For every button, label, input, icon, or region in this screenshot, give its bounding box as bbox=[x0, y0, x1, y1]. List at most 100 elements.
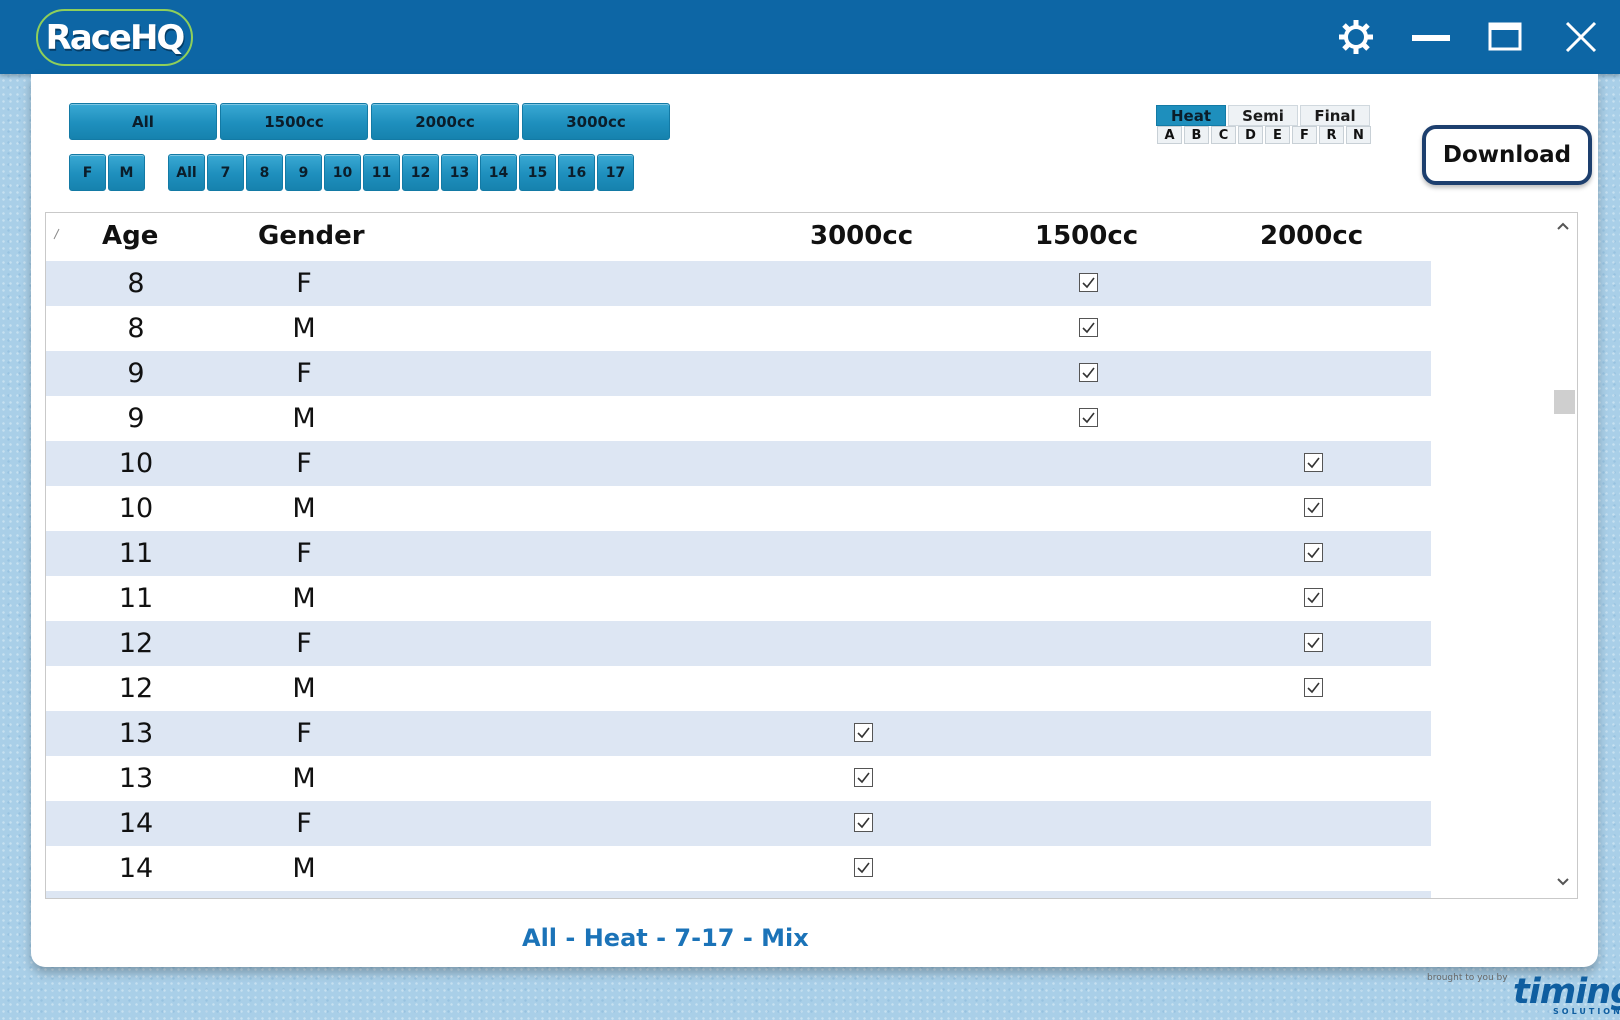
age-filter-8[interactable]: 8 bbox=[246, 154, 283, 191]
race-letter-d[interactable]: D bbox=[1238, 126, 1263, 144]
checkbox-1500cc[interactable] bbox=[1079, 408, 1098, 427]
cell-age: 14 bbox=[118, 853, 154, 884]
race-letter-f[interactable]: F bbox=[1292, 126, 1317, 144]
cell-gender: F bbox=[296, 538, 312, 569]
race-letter-r[interactable]: R bbox=[1319, 126, 1344, 144]
column-header-gender[interactable]: Gender bbox=[258, 221, 365, 251]
race-letter-a[interactable]: A bbox=[1157, 126, 1182, 144]
column-header-2000cc[interactable]: 2000cc bbox=[1260, 221, 1363, 251]
cell-gender: M bbox=[292, 673, 316, 704]
scroll-down-icon[interactable] bbox=[1556, 877, 1570, 887]
class-filter-3000cc[interactable]: 3000cc bbox=[522, 103, 670, 140]
checkbox-3000cc[interactable] bbox=[854, 858, 873, 877]
cell-gender: F bbox=[296, 808, 312, 839]
cell-gender: F bbox=[296, 268, 312, 299]
table-row: 11 M bbox=[46, 576, 1431, 621]
grid-rows: 8 F 8 M 9 F 9 M 10 F 10 M 11 F 11 M 12 F… bbox=[46, 261, 1431, 898]
settings-button[interactable] bbox=[1331, 12, 1381, 62]
checkbox-3000cc[interactable] bbox=[854, 768, 873, 787]
close-button[interactable] bbox=[1556, 12, 1606, 62]
age-filter-12[interactable]: 12 bbox=[402, 154, 439, 191]
table-row: 8 M bbox=[46, 306, 1431, 351]
cell-age: 9 bbox=[127, 358, 145, 389]
cell-gender: M bbox=[292, 583, 316, 614]
class-filter-2000cc[interactable]: 2000cc bbox=[371, 103, 519, 140]
checkbox-1500cc[interactable] bbox=[1079, 363, 1098, 382]
checkbox-1500cc[interactable] bbox=[1079, 273, 1098, 292]
cell-gender: M bbox=[292, 763, 316, 794]
checkbox-2000cc[interactable] bbox=[1304, 588, 1323, 607]
scroll-up-icon[interactable] bbox=[1556, 221, 1570, 231]
vertical-scrollbar[interactable] bbox=[1549, 213, 1577, 898]
column-header-age[interactable]: Age bbox=[102, 221, 158, 251]
scrollbar-thumb[interactable] bbox=[1554, 390, 1575, 414]
checkbox-2000cc[interactable] bbox=[1304, 453, 1323, 472]
age-filter-14[interactable]: 14 bbox=[480, 154, 517, 191]
timing-solutions-logo: brought to you by timing SOLUTIONS bbox=[1425, 970, 1620, 1016]
cell-age: 12 bbox=[118, 673, 154, 704]
checkmark-icon bbox=[1082, 322, 1095, 334]
age-filter-all[interactable]: All bbox=[168, 154, 205, 191]
race-type-semi[interactable]: Semi bbox=[1228, 105, 1298, 126]
checkbox-3000cc[interactable] bbox=[854, 813, 873, 832]
age-filter-13[interactable]: 13 bbox=[441, 154, 478, 191]
checkmark-icon bbox=[1307, 547, 1320, 559]
table-row-partial bbox=[46, 891, 1431, 898]
title-bar: RaceHQ bbox=[0, 0, 1620, 74]
checkbox-3000cc[interactable] bbox=[854, 723, 873, 742]
age-filter-7[interactable]: 7 bbox=[207, 154, 244, 191]
cell-age: 9 bbox=[127, 403, 145, 434]
checkmark-icon bbox=[1307, 457, 1320, 469]
cell-gender: F bbox=[296, 718, 312, 749]
checkmark-icon bbox=[857, 727, 870, 739]
table-row: 9 M bbox=[46, 396, 1431, 441]
age-filter-16[interactable]: 16 bbox=[558, 154, 595, 191]
minimize-button[interactable] bbox=[1406, 12, 1456, 62]
table-row: 10 M bbox=[46, 486, 1431, 531]
table-row: 13 F bbox=[46, 711, 1431, 756]
cell-age: 10 bbox=[118, 448, 154, 479]
table-row: 12 F bbox=[46, 621, 1431, 666]
age-filter-15[interactable]: 15 bbox=[519, 154, 556, 191]
race-letter-e[interactable]: E bbox=[1265, 126, 1290, 144]
race-letter-c[interactable]: C bbox=[1211, 126, 1236, 144]
brand-tagline: brought to you by bbox=[1427, 973, 1508, 983]
gender-filter-m[interactable]: M bbox=[108, 154, 145, 191]
age-filter-17[interactable]: 17 bbox=[597, 154, 634, 191]
race-type-heat[interactable]: Heat bbox=[1156, 105, 1226, 126]
brand-name: timing bbox=[1513, 972, 1620, 1012]
checkmark-icon bbox=[857, 817, 870, 829]
table-row: 11 F bbox=[46, 531, 1431, 576]
checkbox-2000cc[interactable] bbox=[1304, 543, 1323, 562]
column-header-3000cc[interactable]: 3000cc bbox=[810, 221, 913, 251]
checkmark-icon bbox=[1082, 367, 1095, 379]
checkbox-2000cc[interactable] bbox=[1304, 633, 1323, 652]
column-header-1500cc[interactable]: 1500cc bbox=[1035, 221, 1138, 251]
race-letter-n[interactable]: N bbox=[1346, 126, 1371, 144]
cell-age: 14 bbox=[118, 808, 154, 839]
race-letter-b[interactable]: B bbox=[1184, 126, 1209, 144]
cell-gender: F bbox=[296, 628, 312, 659]
class-filter-1500cc[interactable]: 1500cc bbox=[220, 103, 368, 140]
maximize-button[interactable] bbox=[1480, 12, 1530, 62]
maximize-icon bbox=[1488, 22, 1522, 51]
cell-age: 12 bbox=[118, 628, 154, 659]
download-button[interactable]: Download bbox=[1422, 125, 1592, 185]
checkbox-1500cc[interactable] bbox=[1079, 318, 1098, 337]
race-grid: Age Gender 3000cc 1500cc 2000cc 8 F 8 M bbox=[45, 212, 1578, 899]
brand-sub: SOLUTIONS bbox=[1553, 1007, 1620, 1016]
cell-age: 11 bbox=[118, 538, 154, 569]
table-row: 13 M bbox=[46, 756, 1431, 801]
checkbox-2000cc[interactable] bbox=[1304, 678, 1323, 697]
cell-age: 11 bbox=[118, 583, 154, 614]
class-filter-all[interactable]: All bbox=[69, 103, 217, 140]
age-filter-10[interactable]: 10 bbox=[324, 154, 361, 191]
cell-gender: F bbox=[296, 448, 312, 479]
table-row: 14 M bbox=[46, 846, 1431, 891]
minimize-icon bbox=[1412, 35, 1450, 41]
age-filter-9[interactable]: 9 bbox=[285, 154, 322, 191]
gender-filter-f[interactable]: F bbox=[69, 154, 106, 191]
age-filter-11[interactable]: 11 bbox=[363, 154, 400, 191]
checkbox-2000cc[interactable] bbox=[1304, 498, 1323, 517]
race-type-final[interactable]: Final bbox=[1300, 105, 1370, 126]
